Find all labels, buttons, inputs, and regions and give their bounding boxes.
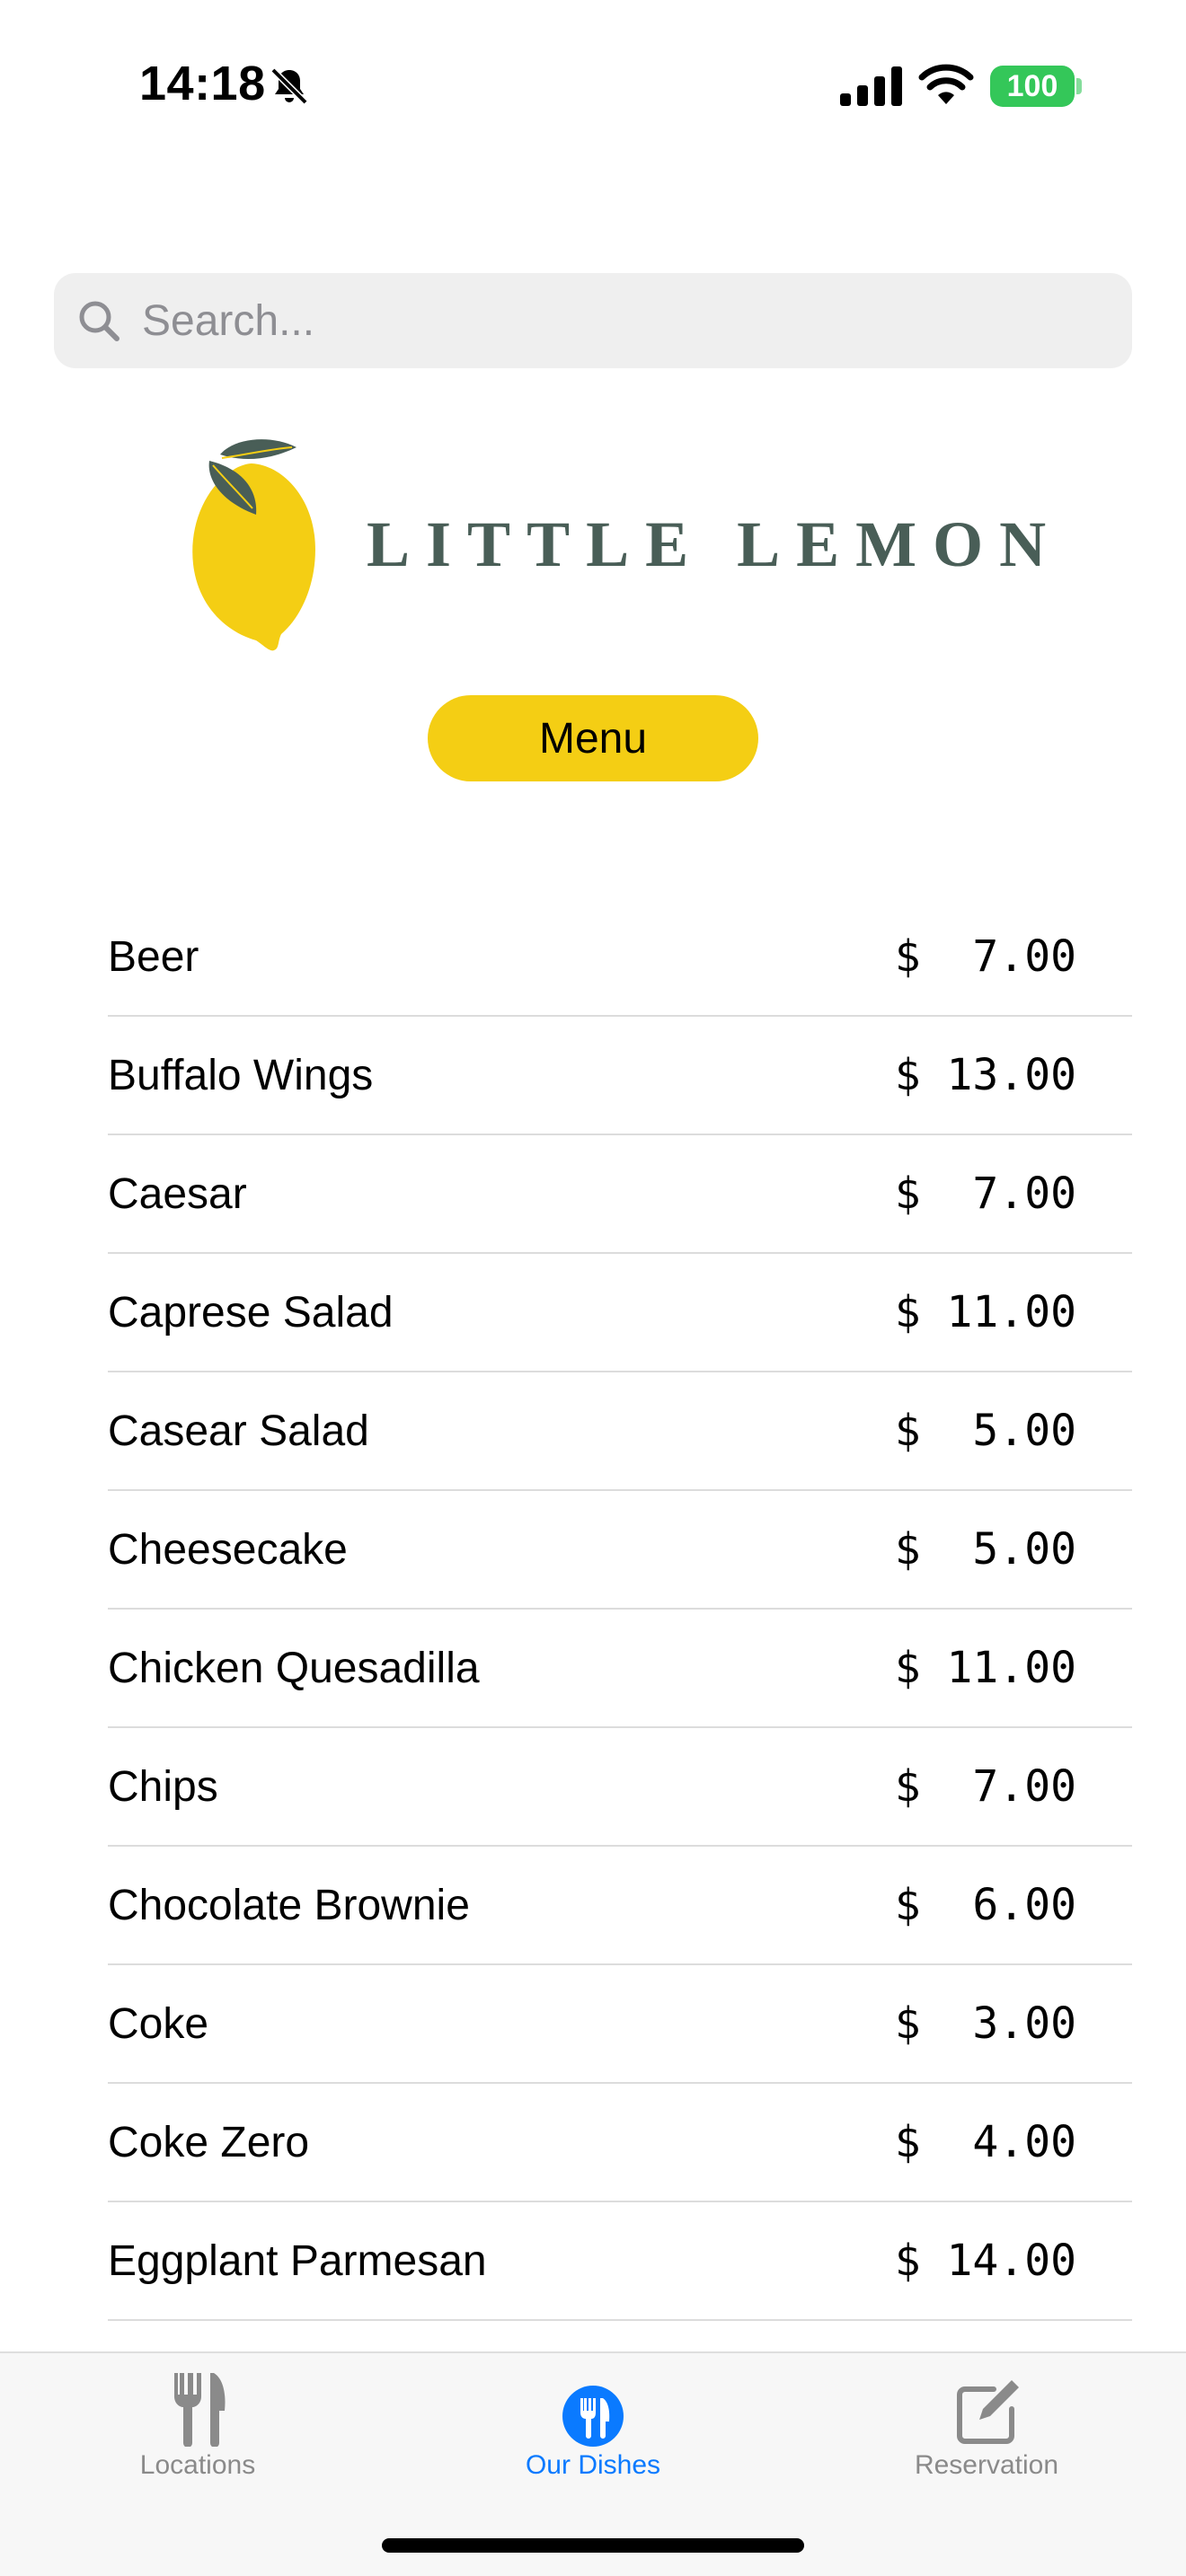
search-bar[interactable] [54,273,1132,368]
dish-list: Beer $ 7.00 Buffalo Wings $ 13.00 Caesar… [108,898,1132,2321]
fork-knife-icon [174,2373,226,2447]
magnifying-glass-icon [79,301,119,341]
dish-price: $ 13.00 [894,1050,1076,1100]
dish-row-caprese-salad[interactable]: Caprese Salad $ 11.00 [108,1254,1132,1372]
status-bar: 14:18 100 [0,0,1186,171]
tab-label: Our Dishes [525,2450,661,2480]
home-indicator[interactable] [382,2538,804,2553]
dish-row-cheesecake[interactable]: Cheesecake $ 5.00 [108,1491,1132,1610]
tab-our-dishes[interactable]: Our Dishes [458,2353,728,2497]
dish-row-chicken-quesadilla[interactable]: Chicken Quesadilla $ 11.00 [108,1610,1132,1728]
dish-name: Buffalo Wings [108,1051,374,1099]
cellular-signal-icon [840,66,902,106]
dish-name: Chicken Quesadilla [108,1644,480,1692]
dish-row-beer[interactable]: Beer $ 7.00 [108,898,1132,1017]
dish-name: Casear Salad [108,1407,369,1455]
dish-price: $ 11.00 [894,1287,1076,1337]
search-input[interactable] [142,296,1085,346]
lemon-logo-icon [192,439,315,651]
dish-row-caesar[interactable]: Caesar $ 7.00 [108,1135,1132,1254]
dish-name: Caprese Salad [108,1288,394,1337]
dish-price: $ 7.00 [894,931,1076,982]
status-time: 14:18 [139,57,266,110]
dish-row-chips[interactable]: Chips $ 7.00 [108,1728,1132,1847]
dish-row-coke[interactable]: Coke $ 3.00 [108,1965,1132,2084]
dish-price: $ 5.00 [894,1524,1076,1575]
tab-locations[interactable]: Locations [63,2353,332,2497]
dish-row-eggplant-parmesan[interactable]: Eggplant Parmesan $ 14.00 [108,2202,1132,2321]
dish-row-casear-salad[interactable]: Casear Salad $ 5.00 [108,1372,1132,1491]
dish-name: Eggplant Parmesan [108,2236,487,2285]
dish-name: Cheesecake [108,1525,348,1574]
battery-level: 100 [1006,68,1058,103]
battery-icon: 100 [990,66,1075,107]
dish-name: Chocolate Brownie [108,1881,470,1929]
dish-price: $ 3.00 [894,1998,1076,2049]
dish-name: Coke Zero [108,2118,310,2166]
menu-button[interactable]: Menu [428,695,758,781]
screen: 14:18 100 Search... LITTLE LEMON Menu Be… [0,0,1186,2576]
dish-price: $ 5.00 [894,1406,1076,1456]
dish-price: $ 11.00 [894,1643,1076,1693]
dish-row-chocolate-brownie[interactable]: Chocolate Brownie $ 6.00 [108,1847,1132,1965]
dish-price: $ 14.00 [894,2236,1076,2286]
dish-row-coke-zero[interactable]: Coke Zero $ 4.00 [108,2084,1132,2202]
brand-name: LITTLE LEMON [367,508,1063,580]
battery-tip [1076,78,1082,94]
tab-reservation[interactable]: Reservation [852,2353,1121,2497]
bell-slash-icon [270,67,308,105]
dish-price: $ 7.00 [894,1169,1076,1219]
square-pencil-icon [957,2380,1019,2444]
dish-price: $ 4.00 [894,2117,1076,2167]
dish-price: $ 6.00 [894,1880,1076,1930]
tab-label: Locations [139,2450,256,2480]
dish-row-buffalo-wings[interactable]: Buffalo Wings $ 13.00 [108,1017,1132,1135]
dish-name: Caesar [108,1169,247,1218]
dish-price: $ 7.00 [894,1761,1076,1812]
dish-name: Beer [108,932,199,981]
dish-name: Chips [108,1762,218,1811]
wifi-icon [918,64,974,104]
tab-label: Reservation [914,2450,1059,2480]
fork-knife-circle-icon [562,2386,624,2447]
dish-name: Coke [108,1999,209,2048]
